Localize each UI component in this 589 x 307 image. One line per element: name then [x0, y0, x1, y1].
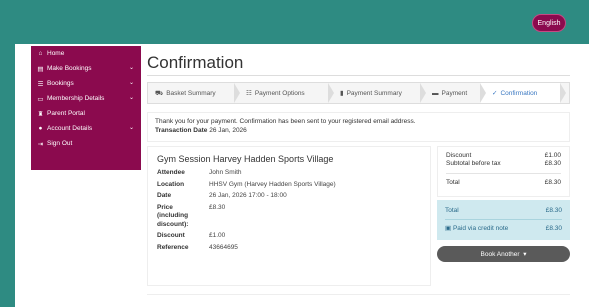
step-payment-summary[interactable]: ▮ Payment Summary	[328, 83, 426, 103]
trophy-icon: ♜	[37, 110, 44, 118]
sidebar-item-label: Home	[47, 50, 65, 57]
sidebar: ⌂ Home ▤ Make Bookings ⌄ ☰ Bookings ⌄ ▭ Member…	[31, 46, 141, 170]
step-arrow	[420, 83, 426, 103]
detail-row: Price (including discount): £8.30	[157, 204, 421, 230]
step-payment-options[interactable]: ☷ Payment Options	[234, 83, 334, 103]
detail-row: Location HHSV Gym (Harvey Hadden Sports V…	[157, 181, 421, 190]
chevron-down-icon: ⌄	[128, 95, 134, 101]
booking-title: Gym Session Harvey Hadden Sports Village	[157, 154, 334, 164]
top-bar: English	[0, 0, 589, 42]
calendar-icon: ▤	[37, 65, 44, 73]
sidebar-item-account-details[interactable]: ● Account Details ⌄	[31, 121, 141, 136]
step-arrow	[328, 83, 334, 103]
total-box: Total £8.30 ▣ Paid via credit note £8.30	[437, 200, 570, 240]
summary-value: £1.00	[544, 152, 561, 159]
paid-value: £8.30	[545, 225, 562, 232]
detail-key: Location	[157, 180, 185, 188]
detail-value: £8.30	[209, 203, 226, 211]
sidebar-item-label: Make Bookings	[47, 65, 92, 72]
transaction-date-value: 26 Jan, 2026	[209, 127, 247, 134]
detail-value: 43664695	[209, 243, 238, 251]
chevron-down-icon: ⌄	[128, 80, 134, 86]
detail-value: John Smith	[209, 169, 242, 176]
step-label: Confirmation	[500, 89, 538, 97]
booking-details: Gym Session Harvey Hadden Sports Village…	[147, 146, 431, 286]
home-icon: ⌂	[38, 50, 43, 57]
sidebar-item-make-bookings[interactable]: ▤ Make Bookings ⌄	[31, 61, 141, 76]
total-row: Total £8.30	[445, 206, 562, 215]
step-arrow	[234, 83, 240, 103]
summary-value: £8.30	[544, 160, 561, 167]
total-label: Total	[445, 207, 459, 214]
card-icon: ▭	[37, 95, 44, 103]
detail-row: Attendee John Smith	[157, 169, 421, 178]
doc-icon: ▮	[340, 90, 344, 97]
step-arrow	[480, 83, 486, 103]
detail-value: HHSV Gym (Harvey Hadden Sports Village)	[209, 180, 336, 188]
sidebar-item-parent-portal[interactable]: ♜ Parent Portal	[31, 106, 141, 121]
book-another-label: Book Another	[480, 250, 520, 258]
user-icon: ●	[38, 125, 43, 132]
summary-row: Discount £1.00	[446, 152, 561, 160]
list-icon: ☰	[37, 80, 44, 88]
detail-key: Reference	[157, 243, 189, 251]
checkout-steps: ⛟ Basket Summary ☷ Payment Options ▮ Paymen…	[147, 82, 570, 104]
sidebar-item-home[interactable]: ⌂ Home	[31, 46, 141, 61]
detail-key: Price (including discount):	[157, 203, 189, 228]
detail-row: Date 26 Jan, 2026 17:00 - 18:00	[157, 192, 421, 201]
sidebar-item-label: Sign Out	[47, 140, 73, 147]
step-arrow	[560, 83, 566, 103]
summary-label: Total	[446, 179, 460, 186]
paid-label: Paid via credit note	[452, 225, 509, 232]
check-icon: ✓	[492, 90, 498, 97]
list-icon: ☷	[246, 90, 252, 97]
detail-value: £1.00	[209, 232, 226, 239]
step-basket-summary[interactable]: ⛟ Basket Summary	[148, 83, 240, 103]
step-label: Payment	[441, 89, 468, 97]
sidebar-item-bookings[interactable]: ☰ Bookings ⌄	[31, 76, 141, 91]
sidebar-item-label: Parent Portal	[47, 110, 85, 117]
step-label: Payment Summary	[346, 89, 402, 97]
summary-row: Total £8.30	[446, 179, 561, 187]
summary-label: Subtotal before tax	[446, 160, 501, 167]
sidebar-item-label: Bookings	[47, 80, 74, 87]
step-confirmation[interactable]: ✓ Confirmation	[480, 83, 566, 103]
message-text: Thank you for your payment. Confirmation…	[155, 118, 416, 125]
paid-row: ▣ Paid via credit note £8.30	[445, 224, 562, 233]
divider	[445, 219, 562, 220]
transaction-date-label: Transaction Date	[155, 127, 208, 134]
book-another-button[interactable]: Book Another ▾	[437, 246, 570, 262]
sidebar-item-label: Account Details	[47, 125, 93, 132]
divider	[446, 173, 561, 174]
total-value: £8.30	[545, 207, 562, 214]
cart-icon: ⛟	[155, 89, 164, 97]
sidebar-item-label: Membership Details	[47, 95, 105, 102]
language-button[interactable]: English	[532, 14, 566, 32]
confirmation-message: Thank you for your payment. Confirmation…	[147, 112, 570, 142]
step-label: Payment Options	[254, 89, 305, 97]
sidebar-item-sign-out[interactable]: ⇥ Sign Out	[31, 136, 141, 151]
detail-row: Reference 43664695	[157, 244, 421, 253]
detail-row: Discount £1.00	[157, 232, 421, 241]
summary-row: Subtotal before tax £8.30	[446, 160, 561, 168]
card-icon: ▬	[432, 89, 439, 97]
order-summary: Discount £1.00 Subtotal before tax £8.30 T…	[437, 146, 570, 197]
chevron-down-icon: ⌄	[128, 125, 134, 131]
divider	[147, 294, 570, 295]
summary-value: £8.30	[544, 179, 561, 186]
detail-key: Date	[157, 192, 172, 199]
step-label: Basket Summary	[166, 89, 216, 97]
detail-value: 26 Jan, 2026 17:00 - 18:00	[209, 192, 287, 199]
detail-key: Discount	[157, 232, 185, 239]
signout-icon: ⇥	[37, 140, 44, 148]
page-title: Confirmation	[147, 53, 244, 72]
divider	[147, 75, 570, 76]
caret-down-icon: ▾	[523, 251, 527, 258]
sidebar-item-membership-details[interactable]: ▭ Membership Details ⌄	[31, 91, 141, 106]
detail-key: Attendee	[157, 169, 185, 176]
step-payment[interactable]: ▬ Payment	[420, 83, 486, 103]
summary-label: Discount	[446, 152, 472, 159]
credit-note-icon: ▣	[445, 225, 452, 232]
chevron-down-icon: ⌄	[128, 65, 134, 71]
